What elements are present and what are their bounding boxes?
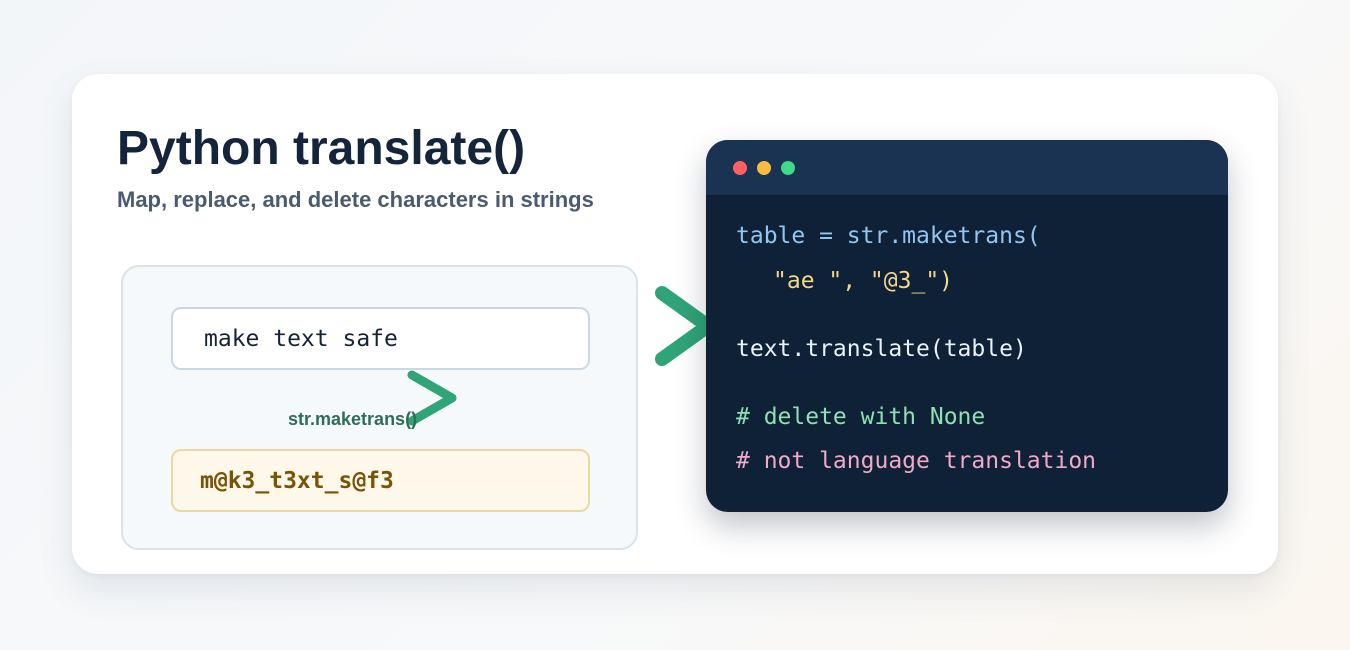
code-comment: # delete with None — [736, 404, 986, 430]
input-string-text: make text safe — [204, 326, 398, 352]
code-window-titlebar — [706, 140, 1228, 195]
code-line: table = str.maketrans( — [736, 223, 1041, 249]
code-line: "ae ", "@3_") — [773, 268, 954, 294]
window-dot-red-icon — [733, 161, 747, 175]
code-window: table = str.maketrans( "ae ", "@3_") tex… — [706, 140, 1228, 512]
code-comment: # not language translation — [736, 448, 1097, 474]
window-dot-yellow-icon — [757, 161, 771, 175]
page-title: Python translate() — [117, 122, 526, 175]
method-label: str.maketrans() — [288, 409, 418, 429]
window-dot-green-icon — [781, 161, 795, 175]
code-line: text.translate(table) — [736, 336, 1027, 362]
page-subtitle: Map, replace, and delete characters in s… — [117, 187, 594, 212]
output-string-text: m@k3_t3xt_s@f3 — [200, 468, 394, 494]
